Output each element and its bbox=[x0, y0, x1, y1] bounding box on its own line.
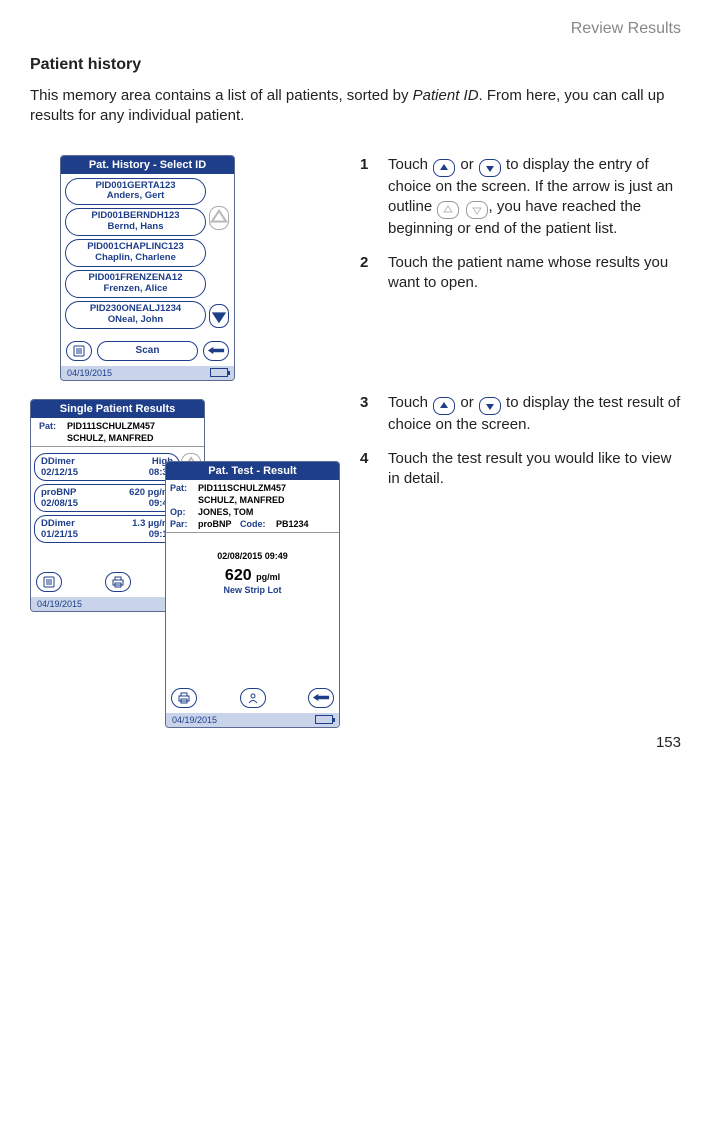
param: DDimer bbox=[41, 518, 75, 529]
code-val: PB1234 bbox=[276, 519, 335, 529]
list-item[interactable]: PID001FRENZENA12 Frenzen, Alice bbox=[65, 270, 206, 298]
back-button[interactable] bbox=[308, 688, 334, 708]
print-icon[interactable] bbox=[105, 572, 131, 592]
battery-icon bbox=[210, 368, 228, 377]
list-icon[interactable] bbox=[36, 572, 62, 592]
step-num: 4 bbox=[360, 449, 374, 490]
arrow-down-icon[interactable] bbox=[209, 304, 229, 328]
arrow-down-icon bbox=[479, 159, 501, 177]
param: proBNP bbox=[41, 487, 76, 498]
result-display: 02/08/2015 09:49 620 pg/ml New Strip Lot bbox=[170, 537, 335, 613]
arrow-up-outline-icon bbox=[437, 201, 459, 219]
device-patient-history: Pat. History - Select ID PID001GERTA123 … bbox=[60, 155, 235, 381]
status-bar: 04/19/2015 bbox=[61, 366, 234, 380]
date: 02/08/15 bbox=[41, 498, 78, 509]
list-item[interactable]: PID001CHAPLINC123 Chaplin, Charlene bbox=[65, 239, 206, 267]
device3-title: Pat. Test - Result bbox=[166, 462, 339, 480]
section-heading: Patient history bbox=[30, 56, 681, 74]
arrow-up-icon bbox=[433, 159, 455, 177]
op-val: JONES, TOM bbox=[198, 507, 335, 517]
scan-button[interactable]: Scan bbox=[97, 341, 198, 361]
pat-name: SCHULZ, MANFRED bbox=[198, 495, 335, 505]
par-label: Par: bbox=[170, 519, 198, 529]
patient-name: ONeal, John bbox=[72, 315, 199, 326]
pat-label: Pat: bbox=[170, 483, 198, 493]
t: Touch bbox=[388, 156, 432, 173]
list-icon[interactable] bbox=[66, 341, 92, 361]
arrow-up-icon bbox=[433, 397, 455, 415]
step-text: Touch or to display the entry of choice … bbox=[388, 155, 681, 240]
pat-name: SCHULZ, MANFRED bbox=[67, 433, 196, 443]
device-test-result: Pat. Test - Result Pat:PID111SCHULZM457 … bbox=[165, 461, 340, 728]
op-label: Op: bbox=[170, 507, 198, 517]
result-sub: New Strip Lot bbox=[170, 585, 335, 595]
date: 02/12/15 bbox=[41, 467, 78, 478]
date: 01/21/15 bbox=[41, 529, 78, 540]
step-1: 1 Touch or to display the entry of choic… bbox=[360, 155, 681, 240]
param: DDimer bbox=[41, 456, 75, 467]
blank bbox=[39, 433, 67, 443]
print-icon[interactable] bbox=[171, 688, 197, 708]
step-text: Touch the test result you would like to … bbox=[388, 449, 681, 490]
blank bbox=[170, 495, 198, 505]
par-val: proBNP bbox=[198, 519, 240, 529]
battery-icon bbox=[315, 715, 333, 724]
page-number: 153 bbox=[656, 734, 681, 751]
arrow-down-icon bbox=[479, 397, 501, 415]
list-item[interactable]: DDimer01/21/15 1.3 µg/ml09:15 bbox=[34, 515, 180, 543]
t: or bbox=[456, 394, 478, 411]
step-text: Touch the patient name whose results you… bbox=[388, 253, 681, 294]
step-4: 4 Touch the test result you would like t… bbox=[360, 449, 681, 490]
intro-a: This memory area contains a list of all … bbox=[30, 87, 413, 104]
list-item[interactable]: PID001BERNDH123 Bernd, Hans bbox=[65, 208, 206, 236]
pat-id: PID111SCHULZM457 bbox=[67, 421, 196, 431]
step-num: 1 bbox=[360, 155, 374, 240]
result-value: 620 bbox=[225, 567, 252, 584]
chapter-title: Review Results bbox=[30, 20, 681, 38]
status-date: 04/19/2015 bbox=[67, 368, 112, 378]
step-num: 2 bbox=[360, 253, 374, 294]
patient-name: Frenzen, Alice bbox=[72, 284, 199, 295]
step-3: 3 Touch or to display the test result of… bbox=[360, 393, 681, 435]
step-text: Touch or to display the test result of c… bbox=[388, 393, 681, 435]
back-button[interactable] bbox=[203, 341, 229, 361]
pat-id: PID111SCHULZM457 bbox=[198, 483, 335, 493]
step-num: 3 bbox=[360, 393, 374, 435]
code-label: Code: bbox=[240, 519, 276, 529]
list-item[interactable]: PID230ONEALJ1234 ONeal, John bbox=[65, 301, 206, 329]
arrow-down-outline-icon bbox=[466, 201, 488, 219]
patient-name: Chaplin, Charlene bbox=[72, 253, 199, 264]
result-timestamp: 02/08/2015 09:49 bbox=[170, 551, 335, 561]
device1-title: Pat. History - Select ID bbox=[61, 156, 234, 174]
list-item[interactable]: proBNP02/08/15 620 pg/ml09:49 bbox=[34, 484, 180, 512]
arrow-up-icon[interactable] bbox=[209, 206, 229, 230]
intro-em: Patient ID bbox=[413, 87, 479, 104]
patient-name: Anders, Gert bbox=[72, 191, 199, 202]
person-icon[interactable] bbox=[240, 688, 266, 708]
list-item[interactable]: PID001GERTA123 Anders, Gert bbox=[65, 178, 206, 206]
patient-name: Bernd, Hans bbox=[72, 222, 199, 233]
t: Touch bbox=[388, 394, 432, 411]
device2-title: Single Patient Results bbox=[31, 400, 204, 418]
status-date: 04/19/2015 bbox=[37, 599, 82, 609]
result-unit: pg/ml bbox=[256, 572, 280, 582]
pat-label: Pat: bbox=[39, 421, 67, 431]
t: or bbox=[456, 156, 478, 173]
intro-paragraph: This memory area contains a list of all … bbox=[30, 86, 681, 127]
list-item[interactable]: DDimer02/12/15 High08:30 bbox=[34, 453, 180, 481]
status-bar: 04/19/2015 bbox=[166, 713, 339, 727]
step-2: 2 Touch the patient name whose results y… bbox=[360, 253, 681, 294]
status-date: 04/19/2015 bbox=[172, 715, 217, 725]
